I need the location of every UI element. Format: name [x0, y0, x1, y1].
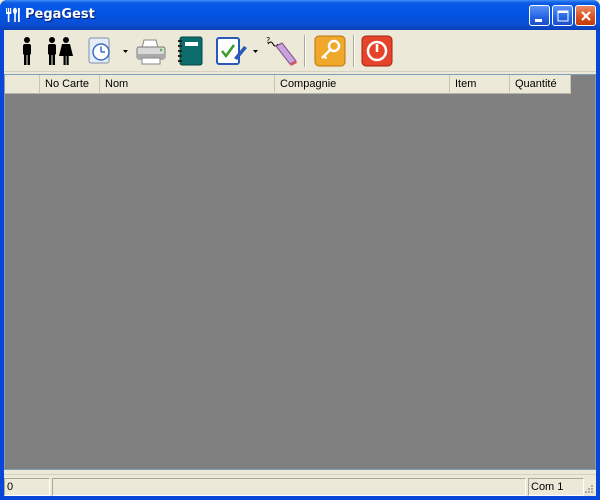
status-port: Com 1 — [528, 478, 584, 496]
eraser-button[interactable]: ? — [264, 34, 298, 68]
toolbar-separator — [353, 35, 355, 67]
title-bar[interactable]: PegaGest — [0, 0, 600, 30]
svg-text:?: ? — [266, 36, 270, 45]
power-button[interactable] — [360, 34, 394, 68]
couple-button[interactable] — [42, 34, 76, 68]
notebook-button[interactable] — [174, 34, 208, 68]
grid-header: No Carte Nom Compagnie Item Quantité — [5, 75, 571, 94]
couple-icon — [48, 37, 73, 65]
column-header-no-carte[interactable]: No Carte — [40, 75, 100, 94]
column-header-nom[interactable]: Nom — [100, 75, 275, 94]
clock-document-icon — [88, 37, 110, 64]
chevron-down-icon[interactable] — [252, 49, 259, 54]
single-person-button[interactable] — [10, 34, 44, 68]
printer-button[interactable] — [134, 34, 168, 68]
checklist-pen-button[interactable] — [214, 34, 248, 68]
close-button[interactable] — [575, 5, 596, 26]
notebook-icon — [178, 36, 203, 66]
key-icon — [314, 35, 346, 67]
clock-document-button[interactable] — [84, 34, 118, 68]
printer-icon — [136, 39, 166, 65]
chevron-down-icon[interactable] — [122, 49, 129, 54]
column-header-select[interactable] — [5, 75, 40, 94]
status-message — [52, 478, 526, 496]
client-area: ? No Carte Nom Compagnie Item Quantité 0… — [4, 30, 596, 496]
column-header-item[interactable]: Item — [450, 75, 510, 94]
close-icon — [581, 11, 591, 21]
column-header-quantite[interactable]: Quantité — [510, 75, 571, 94]
single-person-icon — [23, 37, 31, 65]
minimize-button[interactable] — [529, 5, 550, 26]
data-grid[interactable]: No Carte Nom Compagnie Item Quantité — [4, 74, 596, 470]
power-icon — [361, 35, 393, 67]
cutlery-icon[interactable] — [5, 7, 21, 23]
window-frame-bottom — [0, 496, 600, 500]
key-button[interactable] — [313, 34, 347, 68]
status-bar: 0 Com 1 — [4, 474, 596, 496]
resize-grip-icon[interactable] — [583, 483, 594, 494]
window-title: PegaGest — [25, 7, 95, 22]
column-header-compagnie[interactable]: Compagnie — [275, 75, 450, 94]
toolbar-separator — [304, 35, 306, 67]
maximize-icon — [557, 10, 569, 22]
app-window: PegaGest ? No Carte Nom Compagnie Item Q… — [0, 0, 600, 500]
eraser-icon: ? — [266, 36, 297, 66]
minimize-icon — [535, 19, 542, 22]
checklist-pen-icon — [216, 37, 247, 65]
status-count: 0 — [4, 478, 50, 496]
toolbar: ? — [4, 30, 596, 72]
window-frame-right — [596, 30, 600, 500]
maximize-button[interactable] — [552, 5, 573, 26]
